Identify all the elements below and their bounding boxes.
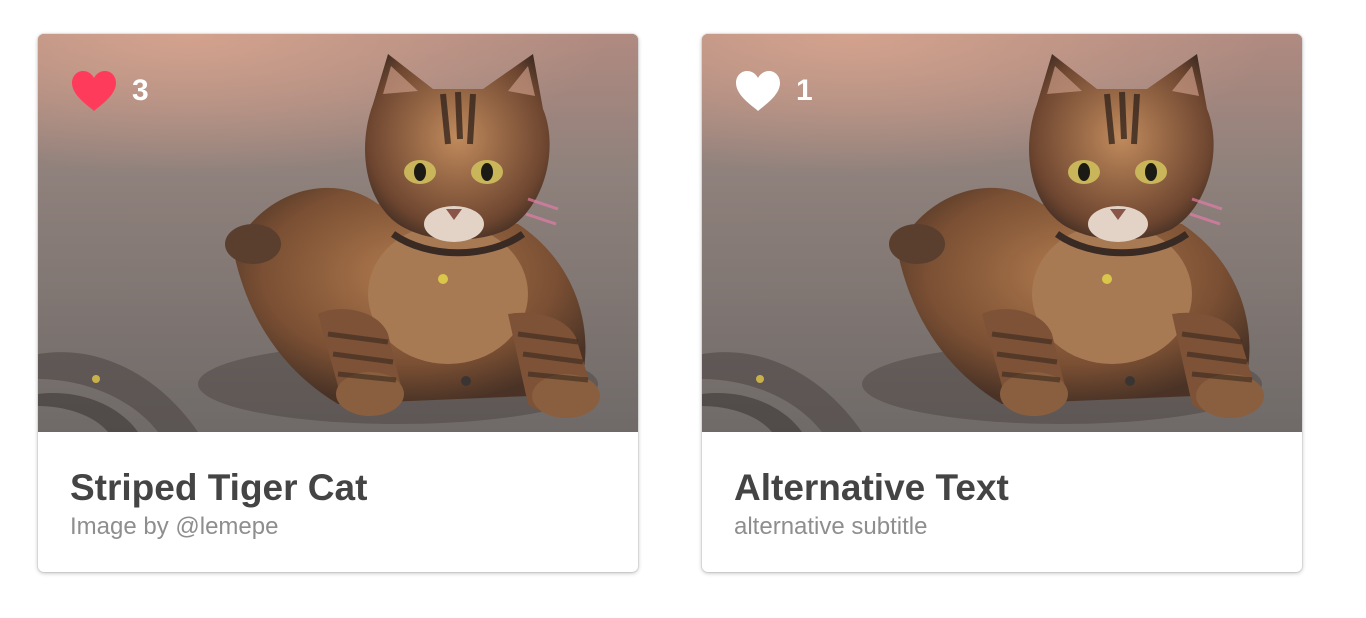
card-subtitle: Image by @lemepe [70,513,279,540]
like-button[interactable]: 3 [70,70,149,112]
like-button[interactable]: 1 [734,70,813,112]
cat-photo: 1 [702,34,1302,432]
cat-photo: 3 [38,34,638,432]
card-alternative-text[interactable]: 1 Alternative Text alternative subtitle [702,34,1302,572]
card-subtitle: alternative subtitle [734,513,928,540]
card-striped-tiger-cat[interactable]: 3 Striped Tiger Cat Image by @lemepe [38,34,638,572]
heart-icon [72,71,116,111]
card-title: Striped Tiger Cat [70,467,368,508]
card-body: Alternative Text alternative subtitle [702,432,1302,542]
card-title: Alternative Text [734,467,1009,508]
heart-icon [736,71,780,111]
card-body: Striped Tiger Cat Image by @lemepe [38,432,638,542]
like-count: 1 [796,74,813,107]
like-count: 3 [132,74,149,107]
